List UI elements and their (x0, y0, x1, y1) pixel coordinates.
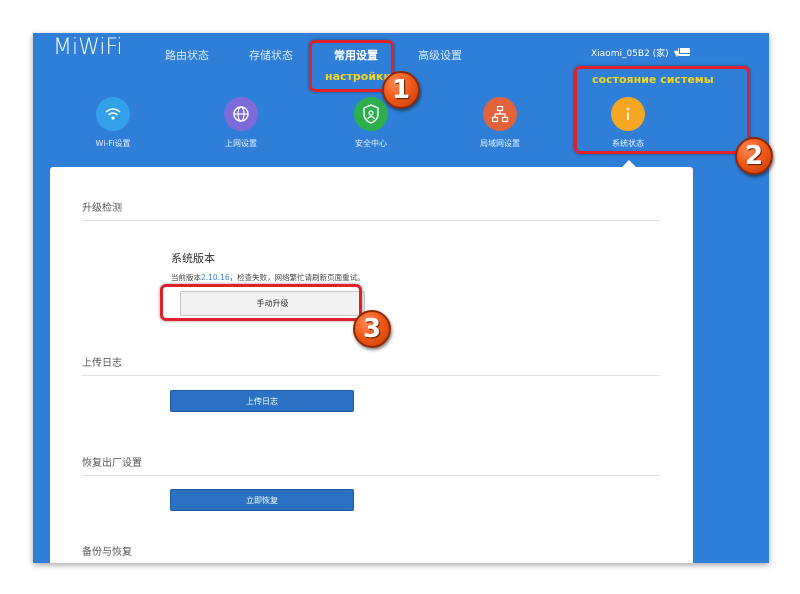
divider (82, 220, 660, 221)
shield-icon (363, 104, 379, 124)
mail-icon[interactable] (678, 48, 690, 56)
restore-now-button[interactable]: 立即恢复 (170, 489, 354, 511)
version-prefix: 当前版本 (171, 273, 201, 282)
internet-settings-label: 上网设置 (225, 139, 257, 148)
section-title-upload-log: 上传日志 (82, 358, 122, 369)
brand-logo: MiWiFi (53, 35, 123, 60)
highlight-box-common-settings (309, 40, 394, 92)
nav-advanced-settings[interactable]: 高级设置 (418, 47, 462, 63)
settings-panel: 升级检测 系统版本 当前版本2.10.16，检查失败，网络繁忙请刷新页面重试。 … (50, 167, 693, 563)
nav-router-status[interactable]: 路由状态 (165, 47, 209, 63)
wifi-settings-label: Wi-Fi设置 (95, 139, 131, 148)
user-menu[interactable]: Xiaomi_05B2 (家) ▼ (591, 46, 680, 59)
version-suffix: ，检查失败，网络繁忙请刷新页面重试。 (229, 273, 365, 282)
network-icon (491, 105, 509, 123)
system-version-title: 系统版本 (171, 252, 215, 265)
step-marker-3: 3 (353, 310, 391, 348)
upload-log-button[interactable]: 上传日志 (170, 390, 354, 412)
version-number: 2.10.16 (201, 273, 230, 282)
active-tab-pointer (622, 160, 636, 167)
nav-storage-status[interactable]: 存储状态 (249, 47, 293, 63)
wifi-icon (105, 108, 121, 120)
internet-settings-button[interactable] (224, 97, 258, 131)
divider (82, 375, 660, 376)
globe-icon (233, 106, 249, 122)
version-status-text: 当前版本2.10.16，检查失败，网络繁忙请刷新页面重试。 (171, 272, 365, 283)
wifi-settings-button[interactable] (96, 97, 130, 131)
section-title-backup-restore: 备份与恢复 (82, 547, 132, 558)
section-title-upgrade: 升级检测 (82, 203, 122, 214)
highlight-box-manual-upgrade (160, 284, 362, 321)
step-marker-2: 2 (735, 137, 773, 175)
highlight-box-system-status (574, 66, 750, 154)
lan-settings-label: 局域网设置 (480, 139, 520, 148)
divider (82, 475, 660, 476)
section-title-factory-reset: 恢复出厂设置 (82, 458, 142, 469)
security-center-button[interactable] (354, 97, 388, 131)
step-marker-1: 1 (382, 71, 420, 109)
lan-settings-button[interactable] (483, 97, 517, 131)
user-name: Xiaomi_05B2 (家) (591, 49, 669, 59)
security-center-label: 安全中心 (355, 139, 387, 148)
